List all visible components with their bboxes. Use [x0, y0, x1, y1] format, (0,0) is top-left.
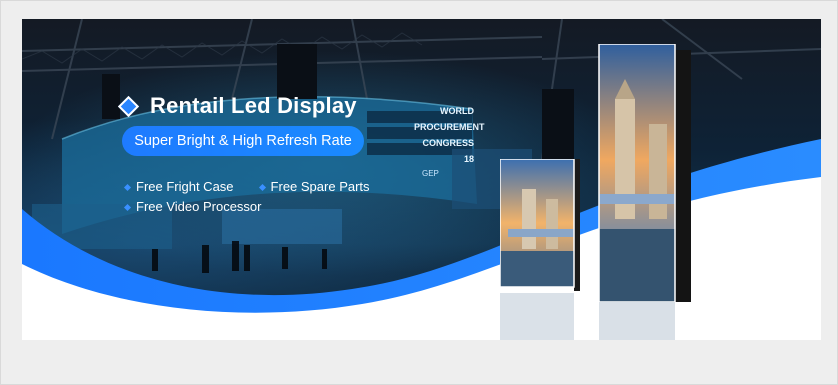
large-led-panel	[598, 44, 691, 303]
feature-list: Free Fright Case Free Spare Parts Free V…	[123, 177, 425, 217]
feature-item: Free Fright Case	[123, 177, 234, 197]
small-led-panel	[500, 159, 580, 291]
feature-label: Free Fright Case	[136, 179, 234, 194]
feature-item: Free Spare Parts	[258, 177, 370, 197]
hero-banner[interactable]: WORLD PROCUREMENT CONGRESS 18 GEP Rentai…	[22, 19, 821, 340]
small-panel-reflection	[500, 293, 574, 340]
feature-label: Free Video Processor	[136, 199, 262, 214]
bullet-icon	[123, 203, 132, 211]
banner-title: Rentail Led Display	[150, 93, 357, 118]
subtitle-pill: Super Bright & High Refresh Rate	[122, 126, 364, 156]
page-frame: WORLD PROCUREMENT CONGRESS 18 GEP Rentai…	[0, 0, 838, 385]
bullet-icon	[123, 183, 132, 191]
large-panel-reflection	[599, 302, 675, 340]
feature-label: Free Spare Parts	[270, 179, 370, 194]
diamond-icon	[117, 95, 140, 117]
bullet-icon	[258, 183, 266, 191]
feature-item: Free Video Processor	[123, 197, 262, 217]
banner-title-row: Rentail Led Display	[117, 91, 357, 121]
